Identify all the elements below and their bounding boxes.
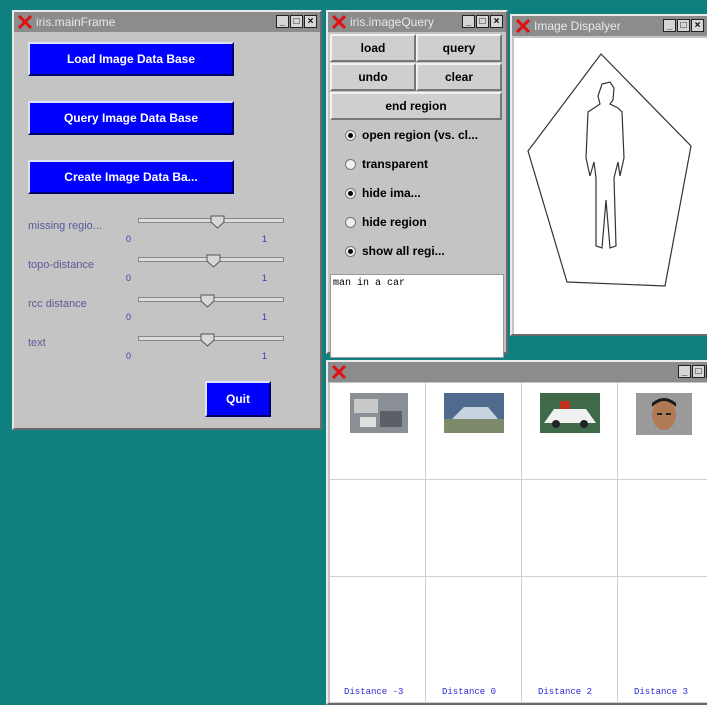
result-cell[interactable]: [426, 480, 522, 577]
image-canvas[interactable]: [514, 38, 707, 334]
person-silhouette-region: [585, 81, 625, 249]
option-hide-region[interactable]: hide region: [345, 215, 427, 229]
end-region-button[interactable]: end region: [330, 92, 502, 120]
radio-checked-icon: [345, 187, 356, 199]
result-cell[interactable]: [618, 383, 707, 480]
option-label: show all regi...: [362, 244, 445, 258]
undo-button[interactable]: undo: [330, 63, 416, 91]
result-cell[interactable]: [522, 480, 618, 577]
maximize-icon[interactable]: □: [476, 15, 489, 28]
result-cell[interactable]: [426, 577, 522, 703]
option-transparent[interactable]: transparent: [345, 157, 428, 171]
slider-min-missing-region: 0: [126, 234, 132, 244]
results-titlebar[interactable]: _ □ ×: [328, 362, 707, 382]
image-displayer-window: Image Dispalyer _ □ ×: [510, 14, 707, 336]
x-logo-icon: [332, 15, 346, 29]
drawn-regions: [527, 53, 692, 287]
load-image-database-button[interactable]: Load Image Data Base: [28, 42, 234, 76]
result-thumbnail-car-crash[interactable]: [444, 393, 504, 433]
option-label: hide ima...: [362, 186, 421, 200]
maximize-icon[interactable]: □: [677, 19, 690, 32]
radio-checked-icon: [345, 129, 356, 141]
radio-unchecked-icon: [345, 216, 356, 228]
maximize-icon[interactable]: □: [290, 15, 303, 28]
slider-max-topo-distance: 1: [262, 273, 268, 283]
radio-checked-icon: [345, 245, 356, 257]
slider-min-text: 0: [126, 351, 132, 361]
image-query-title: iris.imageQuery: [350, 15, 435, 29]
slider-thumb-text[interactable]: [200, 333, 215, 347]
query-text-area[interactable]: man in a car: [330, 274, 504, 358]
distance-label: Distance 0: [442, 687, 497, 697]
slider-thumb-rcc-distance[interactable]: [200, 294, 215, 308]
result-thumbnail-face[interactable]: [636, 393, 692, 435]
close-icon[interactable]: ×: [490, 15, 503, 28]
results-grid: Distance -3 Distance 0 Distance 2 Distan…: [330, 383, 707, 703]
image-displayer-title: Image Dispalyer: [534, 19, 621, 33]
x-logo-icon: [516, 19, 530, 33]
main-frame-titlebar[interactable]: iris.mainFrame _ □ ×: [14, 12, 320, 32]
close-icon[interactable]: ×: [691, 19, 704, 32]
main-frame-title: iris.mainFrame: [36, 15, 116, 29]
create-image-database-button[interactable]: Create Image Data Ba...: [28, 160, 234, 194]
result-cell[interactable]: [426, 383, 522, 480]
distance-label: Distance -3: [344, 687, 404, 697]
minimize-icon[interactable]: _: [663, 19, 676, 32]
query-image-database-button[interactable]: Query Image Data Base: [28, 101, 234, 135]
distance-label: Distance 2: [538, 687, 593, 697]
load-button[interactable]: load: [330, 34, 416, 62]
slider-thumb-missing-region[interactable]: [210, 215, 225, 229]
slider-label-text: text: [28, 337, 46, 349]
option-show-all-regions[interactable]: show all regi...: [345, 244, 445, 258]
slider-max-rcc-distance: 1: [262, 312, 268, 322]
maximize-icon[interactable]: □: [692, 365, 705, 378]
slider-label-rcc-distance: rcc distance: [28, 298, 87, 310]
slider-max-missing-region: 1: [262, 234, 268, 244]
x-logo-icon: [332, 365, 346, 379]
quit-button[interactable]: Quit: [205, 381, 271, 417]
clear-button[interactable]: clear: [416, 63, 502, 91]
result-thumbnail-red-car[interactable]: [540, 393, 600, 433]
result-cell[interactable]: [330, 480, 426, 577]
radio-unchecked-icon: [345, 158, 356, 170]
option-label: transparent: [362, 157, 429, 171]
distance-label: Distance 3: [634, 687, 689, 697]
minimize-icon[interactable]: _: [462, 15, 475, 28]
main-frame-window: iris.mainFrame _ □ × Load Image Data Bas…: [12, 10, 322, 430]
slider-min-topo-distance: 0: [126, 273, 132, 283]
result-thumbnail-car-engine[interactable]: [350, 393, 408, 433]
x-logo-icon: [18, 15, 32, 29]
result-cell[interactable]: [618, 480, 707, 577]
minimize-icon[interactable]: _: [678, 365, 691, 378]
pentagon-region: [527, 53, 692, 287]
image-displayer-titlebar[interactable]: Image Dispalyer _ □ ×: [512, 16, 707, 36]
option-label: hide region: [362, 215, 427, 229]
result-cell[interactable]: [618, 577, 707, 703]
slider-label-missing-region: missing regio...: [28, 220, 102, 232]
close-icon[interactable]: ×: [304, 15, 317, 28]
result-cell[interactable]: [330, 577, 426, 703]
result-cell[interactable]: [330, 383, 426, 480]
slider-label-topo-distance: topo-distance: [28, 259, 95, 271]
slider-min-rcc-distance: 0: [126, 312, 132, 322]
slider-max-text: 1: [262, 351, 268, 361]
image-query-titlebar[interactable]: iris.imageQuery _ □ ×: [328, 12, 506, 32]
query-button[interactable]: query: [416, 34, 502, 62]
option-label: open region (vs. cl...: [362, 128, 479, 142]
result-cell[interactable]: [522, 383, 618, 480]
option-hide-image[interactable]: hide ima...: [345, 186, 421, 200]
results-window: _ □ ×: [326, 360, 707, 705]
option-open-region[interactable]: open region (vs. cl...: [345, 128, 478, 142]
minimize-icon[interactable]: _: [276, 15, 289, 28]
image-query-window: iris.imageQuery _ □ × load query undo cl…: [326, 10, 508, 358]
slider-thumb-topo-distance[interactable]: [206, 254, 221, 268]
result-cell[interactable]: [522, 577, 618, 703]
